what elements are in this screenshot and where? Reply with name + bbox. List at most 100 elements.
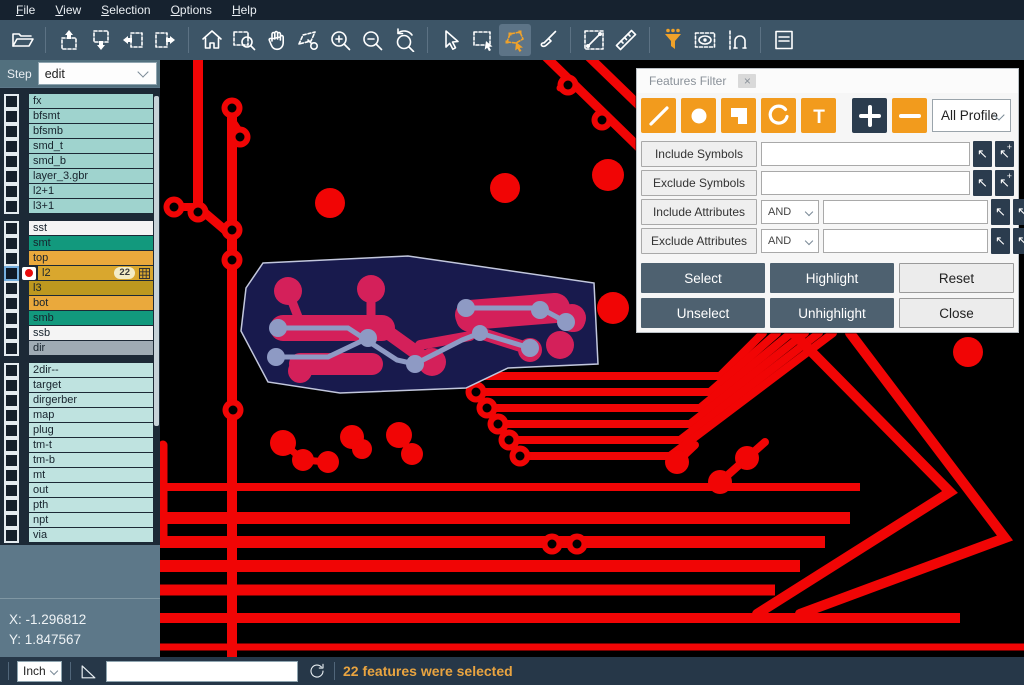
layer-visibility-checkbox[interactable]	[4, 326, 19, 341]
include-attributes-input[interactable]	[823, 200, 988, 224]
layer-name[interactable]: map	[29, 408, 153, 422]
profile-select[interactable]: All Profile	[932, 99, 1011, 132]
layer-name[interactable]: out	[29, 483, 153, 497]
pan-up-icon[interactable]	[53, 24, 85, 56]
exclude-attributes-input[interactable]	[823, 229, 988, 253]
layer-visibility-checkbox[interactable]	[4, 281, 19, 296]
select-button[interactable]: Select	[641, 263, 765, 293]
layer-visibility-checkbox[interactable]	[4, 236, 19, 251]
layer-name[interactable]: via	[29, 528, 153, 542]
refresh-icon[interactable]	[308, 662, 326, 680]
text-feature-icon[interactable]: T	[801, 98, 836, 133]
highlight-button[interactable]: Highlight	[770, 263, 894, 293]
layer-visibility-checkbox[interactable]	[4, 468, 19, 483]
zoom-in-icon[interactable]	[324, 24, 356, 56]
reset-button[interactable]: Reset	[899, 263, 1014, 293]
include-attributes-button[interactable]: Include Attributes	[641, 199, 757, 225]
layer-name[interactable]: pth	[29, 498, 153, 512]
include-symbols-input[interactable]	[761, 142, 970, 166]
layer-name[interactable]: bfsmt	[29, 109, 153, 123]
pick-add-symbol-icon[interactable]: ↖+	[995, 141, 1014, 167]
zoom-out-icon[interactable]	[356, 24, 388, 56]
pick-add-attribute-icon[interactable]: ↖+	[1013, 228, 1024, 254]
layer-visibility-checkbox[interactable]	[4, 94, 19, 109]
command-input[interactable]	[106, 661, 298, 682]
layer-name[interactable]: tm-b	[29, 453, 153, 467]
layer-visibility-checkbox[interactable]	[4, 528, 19, 543]
close-icon[interactable]: ×	[738, 74, 756, 88]
layer-visibility-checkbox[interactable]	[4, 393, 19, 408]
layer-name[interactable]: l222	[38, 266, 153, 280]
layer-name[interactable]: npt	[29, 513, 153, 527]
line-feature-icon[interactable]	[641, 98, 676, 133]
layer-visibility-checkbox[interactable]	[4, 513, 19, 528]
layer-name[interactable]: smb	[29, 311, 153, 325]
include-symbols-button[interactable]: Include Symbols	[641, 141, 757, 167]
zoom-dynamic-icon[interactable]	[292, 24, 324, 56]
pick-add-attribute-icon[interactable]: ↖+	[1013, 199, 1024, 225]
menu-view[interactable]: View	[45, 1, 91, 19]
select-brush-icon[interactable]	[531, 24, 563, 56]
layer-visibility-checkbox[interactable]	[4, 199, 19, 214]
pick-attribute-icon[interactable]: ↖	[991, 199, 1010, 225]
layer-visibility-checkbox[interactable]	[4, 423, 19, 438]
angle-mode-icon[interactable]	[79, 662, 98, 681]
close-button[interactable]: Close	[899, 298, 1014, 328]
grid-icon[interactable]	[139, 268, 150, 279]
remove-filter-icon[interactable]	[892, 98, 927, 133]
zoom-area-icon[interactable]	[228, 24, 260, 56]
open-folder-icon[interactable]	[6, 24, 38, 56]
menu-selection[interactable]: Selection	[91, 1, 160, 19]
layer-visibility-checkbox[interactable]	[4, 154, 19, 169]
view-options-icon[interactable]	[689, 24, 721, 56]
layer-name[interactable]: smt	[29, 236, 153, 250]
select-polygon-icon[interactable]	[499, 24, 531, 56]
select-rectangle-icon[interactable]	[467, 24, 499, 56]
layer-name[interactable]: dir	[29, 341, 153, 355]
measure-distance-icon[interactable]	[578, 24, 610, 56]
pcb-canvas[interactable]: Features Filter × T	[160, 60, 1024, 657]
layer-name[interactable]: smd_b	[29, 154, 153, 168]
units-select[interactable]: Inch	[17, 661, 62, 682]
layer-visibility-checkbox[interactable]	[4, 378, 19, 393]
layer-name[interactable]: ssb	[29, 326, 153, 340]
layer-visibility-checkbox[interactable]	[4, 483, 19, 498]
layer-name[interactable]: dirgerber	[29, 393, 153, 407]
pan-down-icon[interactable]	[85, 24, 117, 56]
layer-visibility-checkbox[interactable]	[4, 266, 19, 281]
layer-visibility-checkbox[interactable]	[4, 363, 19, 378]
exclude-attributes-button[interactable]: Exclude Attributes	[641, 228, 757, 254]
exclude-symbols-input[interactable]	[761, 171, 970, 195]
arc-feature-icon[interactable]	[761, 98, 796, 133]
layer-visibility-checkbox[interactable]	[4, 498, 19, 513]
exclude-symbols-button[interactable]: Exclude Symbols	[641, 170, 757, 196]
layers-dialog-icon[interactable]	[768, 24, 800, 56]
layer-visibility-checkbox[interactable]	[4, 296, 19, 311]
layer-name[interactable]: fx	[29, 94, 153, 108]
unhighlight-button[interactable]: Unhighlight	[770, 298, 894, 328]
layer-name[interactable]: plug	[29, 423, 153, 437]
pick-attribute-icon[interactable]: ↖	[991, 228, 1010, 254]
unselect-button[interactable]: Unselect	[641, 298, 765, 328]
layer-visibility-checkbox[interactable]	[4, 221, 19, 236]
select-cursor-icon[interactable]	[435, 24, 467, 56]
layer-visibility-checkbox[interactable]	[4, 311, 19, 326]
layer-name[interactable]: sst	[29, 221, 153, 235]
layer-visibility-checkbox[interactable]	[4, 109, 19, 124]
measure-ruler-icon[interactable]	[610, 24, 642, 56]
pan-hand-icon[interactable]	[260, 24, 292, 56]
pan-left-icon[interactable]	[117, 24, 149, 56]
features-filter-icon[interactable]	[657, 24, 689, 56]
layer-name[interactable]: top	[29, 251, 153, 265]
layer-name[interactable]: tm-t	[29, 438, 153, 452]
pick-add-symbol-icon[interactable]: ↖+	[995, 170, 1014, 196]
layer-name[interactable]: layer_3.gbr	[29, 169, 153, 183]
dialog-title-bar[interactable]: Features Filter ×	[637, 69, 1018, 93]
pick-symbol-icon[interactable]: ↖	[973, 141, 992, 167]
layer-name[interactable]: bfsmb	[29, 124, 153, 138]
menu-file[interactable]: File	[6, 1, 45, 19]
layer-name[interactable]: l3+1	[29, 199, 153, 213]
layer-visibility-checkbox[interactable]	[4, 124, 19, 139]
layer-visibility-checkbox[interactable]	[4, 251, 19, 266]
pick-symbol-icon[interactable]: ↖	[973, 170, 992, 196]
